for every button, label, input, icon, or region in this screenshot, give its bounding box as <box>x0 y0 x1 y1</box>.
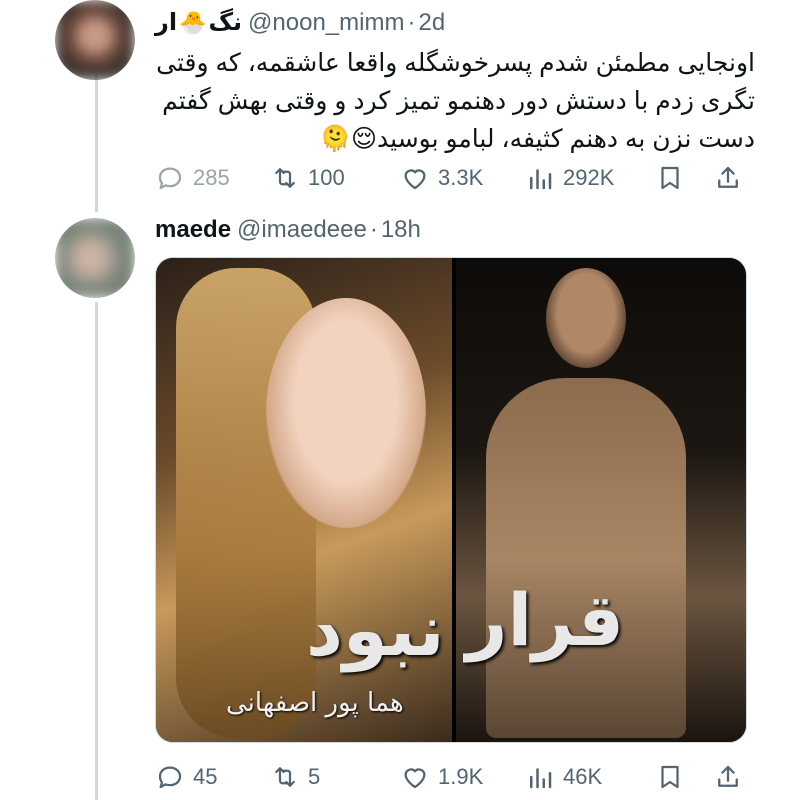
display-name-part: نگ <box>208 9 243 36</box>
repost-button[interactable]: 5 <box>270 762 320 792</box>
like-icon <box>404 169 426 190</box>
tweet-header: maede @imaedeee · 18h <box>155 216 421 244</box>
bookmark-icon <box>661 765 679 789</box>
timestamp[interactable]: 2d <box>418 9 445 37</box>
separator-dot: · <box>407 8 416 36</box>
cover-right-panel <box>456 258 746 742</box>
views-button[interactable]: 292K <box>525 163 614 193</box>
user-handle[interactable]: @noon_mimm <box>248 9 404 37</box>
reply-icon <box>158 167 182 190</box>
bookmark-button[interactable] <box>655 762 693 792</box>
share-icon <box>718 765 738 787</box>
user-handle[interactable]: @imaedeee <box>237 216 367 244</box>
avatar[interactable] <box>55 0 135 80</box>
like-button[interactable]: 1.9K <box>400 762 483 792</box>
repost-button[interactable]: 100 <box>270 163 345 193</box>
timestamp[interactable]: 18h <box>381 216 421 244</box>
bookmark-button[interactable] <box>655 163 693 193</box>
repost-icon <box>275 168 295 188</box>
views-icon <box>530 169 552 190</box>
tweet-text: اونجایی مطمئن شدم پسرخوشگله واقعا عاشقمه… <box>156 49 755 153</box>
display-name-part: ار <box>155 9 178 36</box>
cover-author: هما پور اصفهانی <box>226 688 404 718</box>
reply-button[interactable]: 285 <box>155 163 230 193</box>
tweet-actions: 45 5 1.9K 46K <box>155 757 745 797</box>
tweet-header: نگ🐣ار @noon_mimm · 2d <box>155 8 445 37</box>
thread-line <box>95 302 98 800</box>
repost-count: 5 <box>308 764 321 789</box>
thread-line <box>95 72 98 212</box>
views-icon <box>530 768 552 789</box>
head-shape <box>546 268 626 368</box>
views-button[interactable]: 46K <box>525 762 602 792</box>
tweet-actions: 285 100 3.3K 292K <box>155 158 745 198</box>
repost-count: 100 <box>308 165 345 190</box>
views-count: 292K <box>563 165 615 190</box>
like-button[interactable]: 3.3K <box>400 163 483 193</box>
display-name[interactable]: maede <box>155 216 231 244</box>
shirt-shape <box>486 378 686 738</box>
repost-icon <box>275 767 295 787</box>
face-shape <box>266 298 426 528</box>
share-button[interactable] <box>713 762 751 792</box>
separator-dot: · <box>369 216 378 243</box>
reply-count: 285 <box>193 165 230 190</box>
reply-count: 45 <box>193 764 218 789</box>
cover-title-right: قرار <box>466 578 625 662</box>
like-count: 3.3K <box>438 165 484 190</box>
tweet-image[interactable]: نبود قرار هما پور اصفهانی <box>155 257 747 743</box>
cover-title-left: نبود <box>306 588 445 672</box>
avatar[interactable] <box>55 218 135 298</box>
views-count: 46K <box>563 764 603 789</box>
share-icon <box>718 166 738 188</box>
share-button[interactable] <box>713 163 751 193</box>
chick-emoji-icon: 🐣 <box>179 10 207 35</box>
reply-icon <box>158 766 182 789</box>
like-count: 1.9K <box>438 764 484 789</box>
bookmark-icon <box>661 166 679 190</box>
display-name[interactable]: نگ🐣ار <box>155 8 242 37</box>
reply-button[interactable]: 45 <box>155 762 217 792</box>
like-icon <box>404 768 426 789</box>
